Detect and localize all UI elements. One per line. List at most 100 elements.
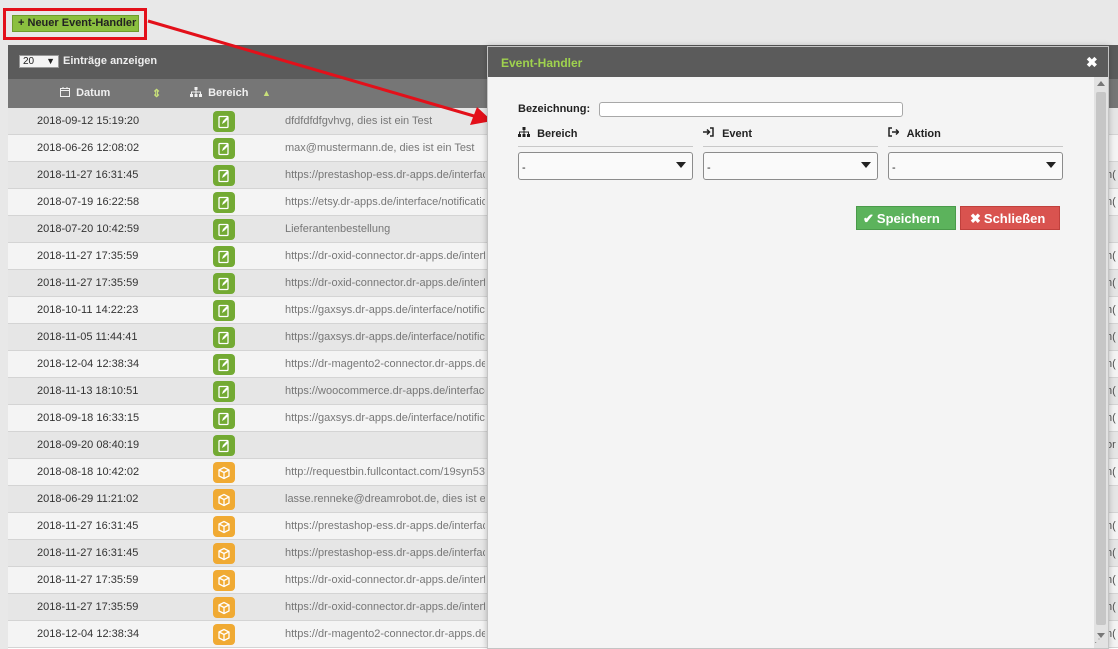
row-target: http://requestbin.fullcontact.com/19syn5…: [285, 466, 485, 478]
event-handler-dialog: Event-Handler ✖ Bezeichnung: Bereich Eve…: [487, 46, 1109, 649]
document-edit-icon[interactable]: [213, 435, 235, 456]
close-button[interactable]: ✖ Schließen: [960, 206, 1060, 230]
action-select-value: -: [892, 162, 896, 174]
entries-label: Einträge anzeigen: [63, 55, 158, 67]
event-select-value: -: [707, 162, 711, 174]
box-icon[interactable]: [213, 624, 235, 645]
row-target: max@mustermann.de, dies ist ein Test: [285, 142, 475, 154]
document-edit-icon[interactable]: [213, 354, 235, 375]
document-edit-icon[interactable]: [213, 381, 235, 402]
highlight-box: + Neuer Event-Handler: [3, 8, 147, 40]
sort-icon[interactable]: ⇕: [152, 87, 161, 100]
header-area-label: Bereich: [208, 87, 249, 99]
document-edit-icon[interactable]: [213, 408, 235, 429]
check-icon: ✔: [863, 211, 874, 226]
dialog-scrollbar[interactable]: [1094, 77, 1108, 648]
row-target: https://dr-oxid-connector.dr-apps.de/int…: [285, 601, 485, 613]
row-date: 2018-11-27 17:35:59: [37, 574, 139, 586]
box-icon[interactable]: [213, 489, 235, 510]
area-column-header: Bereich: [518, 127, 693, 147]
document-edit-icon[interactable]: [213, 165, 235, 186]
event-select[interactable]: -: [703, 152, 878, 180]
box-icon[interactable]: [213, 570, 235, 591]
row-target: https://gaxsys.dr-apps.de/interface/noti…: [285, 412, 485, 424]
document-edit-icon[interactable]: [213, 192, 235, 213]
event-column-header: Event: [703, 127, 878, 147]
x-icon: ✖: [970, 211, 981, 226]
row-date: 2018-12-04 12:38:34: [37, 358, 140, 370]
calendar-icon: [60, 87, 73, 99]
box-icon[interactable]: [213, 597, 235, 618]
row-target: https://prestashop-ess.dr-apps.de/interf…: [285, 547, 485, 559]
plus-icon: +: [18, 17, 25, 29]
sign-in-icon: [703, 127, 717, 140]
row-date: 2018-06-26 12:08:02: [37, 142, 140, 154]
save-button[interactable]: ✔ Speichern: [856, 206, 956, 230]
row-date: 2018-09-12 15:19:20: [37, 115, 140, 127]
action-column-header: Aktion: [888, 127, 1063, 147]
page-size-select[interactable]: 20 ▼: [19, 55, 59, 68]
event-column-label: Event: [722, 128, 753, 140]
document-edit-icon[interactable]: [213, 138, 235, 159]
row-date: 2018-07-20 10:42:59: [37, 223, 140, 235]
row-target: https://gaxsys.dr-apps.de/interface/noti…: [285, 304, 485, 316]
header-area[interactable]: Bereich: [190, 87, 248, 99]
action-select[interactable]: -: [888, 152, 1063, 180]
row-target: https://dr-magento2-connector.dr-apps.de: [285, 358, 485, 370]
document-edit-icon[interactable]: [213, 273, 235, 294]
row-date: 2018-11-27 17:35:59: [37, 250, 139, 262]
area-select-value: -: [522, 162, 526, 174]
name-label: Bezeichnung:: [518, 103, 591, 115]
document-edit-icon[interactable]: [213, 111, 235, 132]
sign-out-icon: [888, 127, 902, 140]
dialog-title: Event-Handler: [501, 56, 583, 70]
row-date: 2018-12-04 12:38:34: [37, 628, 140, 640]
scroll-thumb[interactable]: [1096, 92, 1106, 625]
header-date-label: Datum: [76, 87, 111, 99]
document-edit-icon[interactable]: [213, 327, 235, 348]
area-column-label: Bereich: [537, 128, 578, 140]
row-date: 2018-09-20 08:40:19: [37, 439, 140, 451]
document-edit-icon[interactable]: [213, 300, 235, 321]
new-event-handler-button[interactable]: + Neuer Event-Handler: [12, 15, 139, 32]
row-date: 2018-07-19 16:22:58: [37, 196, 140, 208]
box-icon[interactable]: [213, 543, 235, 564]
row-date: 2018-09-18 16:33:15: [37, 412, 140, 424]
close-label: Schließen: [983, 211, 1046, 226]
save-label: Speichern: [876, 211, 940, 226]
row-date: 2018-11-27 16:31:45: [37, 520, 139, 532]
sitemap-icon: [190, 87, 205, 99]
caret-down-icon: [676, 162, 686, 168]
new-event-handler-label: Neuer Event-Handler: [27, 17, 137, 29]
row-date: 2018-08-18 10:42:02: [37, 466, 140, 478]
row-target: https://dr-oxid-connector.dr-apps.de/int…: [285, 574, 485, 586]
chevron-down-icon: ▼: [46, 56, 55, 66]
box-icon[interactable]: [213, 516, 235, 537]
page-size-value: 20: [23, 56, 35, 67]
name-input[interactable]: [599, 102, 903, 117]
area-select[interactable]: -: [518, 152, 693, 180]
row-date: 2018-11-27 17:35:59: [37, 277, 139, 289]
row-date: 2018-06-29 11:21:02: [37, 493, 139, 505]
resize-grip-icon[interactable]: ⋰: [1094, 634, 1104, 645]
header-date[interactable]: Datum: [60, 87, 110, 99]
caret-down-icon: [861, 162, 871, 168]
row-target: https://prestashop-ess.dr-apps.de/interf…: [285, 520, 485, 532]
document-edit-icon[interactable]: [213, 246, 235, 267]
row-date: 2018-11-05 11:44:41: [37, 331, 138, 343]
row-date: 2018-11-27 17:35:59: [37, 601, 139, 613]
document-edit-icon[interactable]: [213, 219, 235, 240]
action-column-label: Aktion: [906, 128, 941, 140]
sort-asc-icon[interactable]: ▲: [262, 88, 271, 98]
row-date: 2018-11-27 16:31:45: [37, 547, 139, 559]
row-target: https://woocommerce.dr-apps.de/interface: [285, 385, 485, 397]
scroll-up-icon[interactable]: [1097, 81, 1105, 86]
close-icon[interactable]: ✖: [1086, 54, 1098, 71]
row-date: 2018-11-27 16:31:45: [37, 169, 139, 181]
dialog-header: Event-Handler ✖: [488, 47, 1108, 77]
row-target: https://gaxsys.dr-apps.de/interface/noti…: [285, 331, 485, 343]
box-icon[interactable]: [213, 462, 235, 483]
row-target: https://dr-magento2-connector.dr-apps.de: [285, 628, 485, 640]
row-target: https://prestashop-ess.dr-apps.de/interf…: [285, 169, 485, 181]
row-target: lasse.renneke@dreamrobot.de, dies ist ei…: [285, 493, 485, 505]
